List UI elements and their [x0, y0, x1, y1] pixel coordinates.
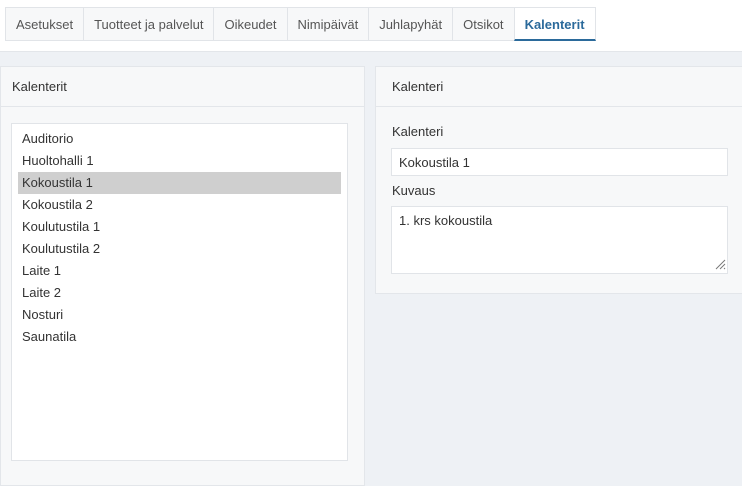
tab-oikeudet[interactable]: Oikeudet — [213, 7, 287, 41]
list-item[interactable]: Saunatila — [18, 326, 341, 348]
list-item[interactable]: Koulutustila 1 — [18, 216, 341, 238]
tab-juhlapyhat[interactable]: Juhlapyhät — [368, 7, 453, 41]
tab-bar: Asetukset Tuotteet ja palvelut Oikeudet … — [0, 0, 742, 52]
tab-list: Asetukset Tuotteet ja palvelut Oikeudet … — [5, 7, 596, 41]
calendars-panel-title: Kalenterit — [1, 67, 364, 107]
list-item[interactable]: Auditorio — [18, 128, 341, 150]
list-item[interactable]: Huoltohalli 1 — [18, 150, 341, 172]
list-item[interactable]: Kokoustila 2 — [18, 194, 341, 216]
resize-grip-icon[interactable] — [714, 258, 726, 270]
calendars-panel: Kalenterit Auditorio Huoltohalli 1 Kokou… — [0, 66, 365, 486]
tab-kalenterit[interactable]: Kalenterit — [513, 7, 596, 41]
tab-asetukset[interactable]: Asetukset — [5, 7, 84, 41]
description-label: Kuvaus — [392, 183, 436, 198]
calendar-detail-title: Kalenteri — [376, 67, 742, 107]
calendar-detail-panel: Kalenteri Kalenteri Kuvaus 1. krs kokous… — [375, 66, 742, 294]
calendar-name-label: Kalenteri — [392, 124, 444, 139]
calendar-list[interactable]: Auditorio Huoltohalli 1 Kokoustila 1 Kok… — [11, 123, 348, 461]
list-item[interactable]: Laite 2 — [18, 282, 341, 304]
list-item[interactable]: Nosturi — [18, 304, 341, 326]
tab-otsikot[interactable]: Otsikot — [452, 7, 514, 41]
description-textarea[interactable]: 1. krs kokoustila — [391, 206, 728, 274]
tab-nimipaivat[interactable]: Nimipäivät — [286, 7, 369, 41]
list-item-selected[interactable]: Kokoustila 1 — [18, 172, 341, 194]
calendar-name-input[interactable] — [391, 148, 728, 176]
tab-tuotteet-ja-palvelut[interactable]: Tuotteet ja palvelut — [83, 7, 214, 41]
list-item[interactable]: Laite 1 — [18, 260, 341, 282]
list-item[interactable]: Koulutustila 2 — [18, 238, 341, 260]
